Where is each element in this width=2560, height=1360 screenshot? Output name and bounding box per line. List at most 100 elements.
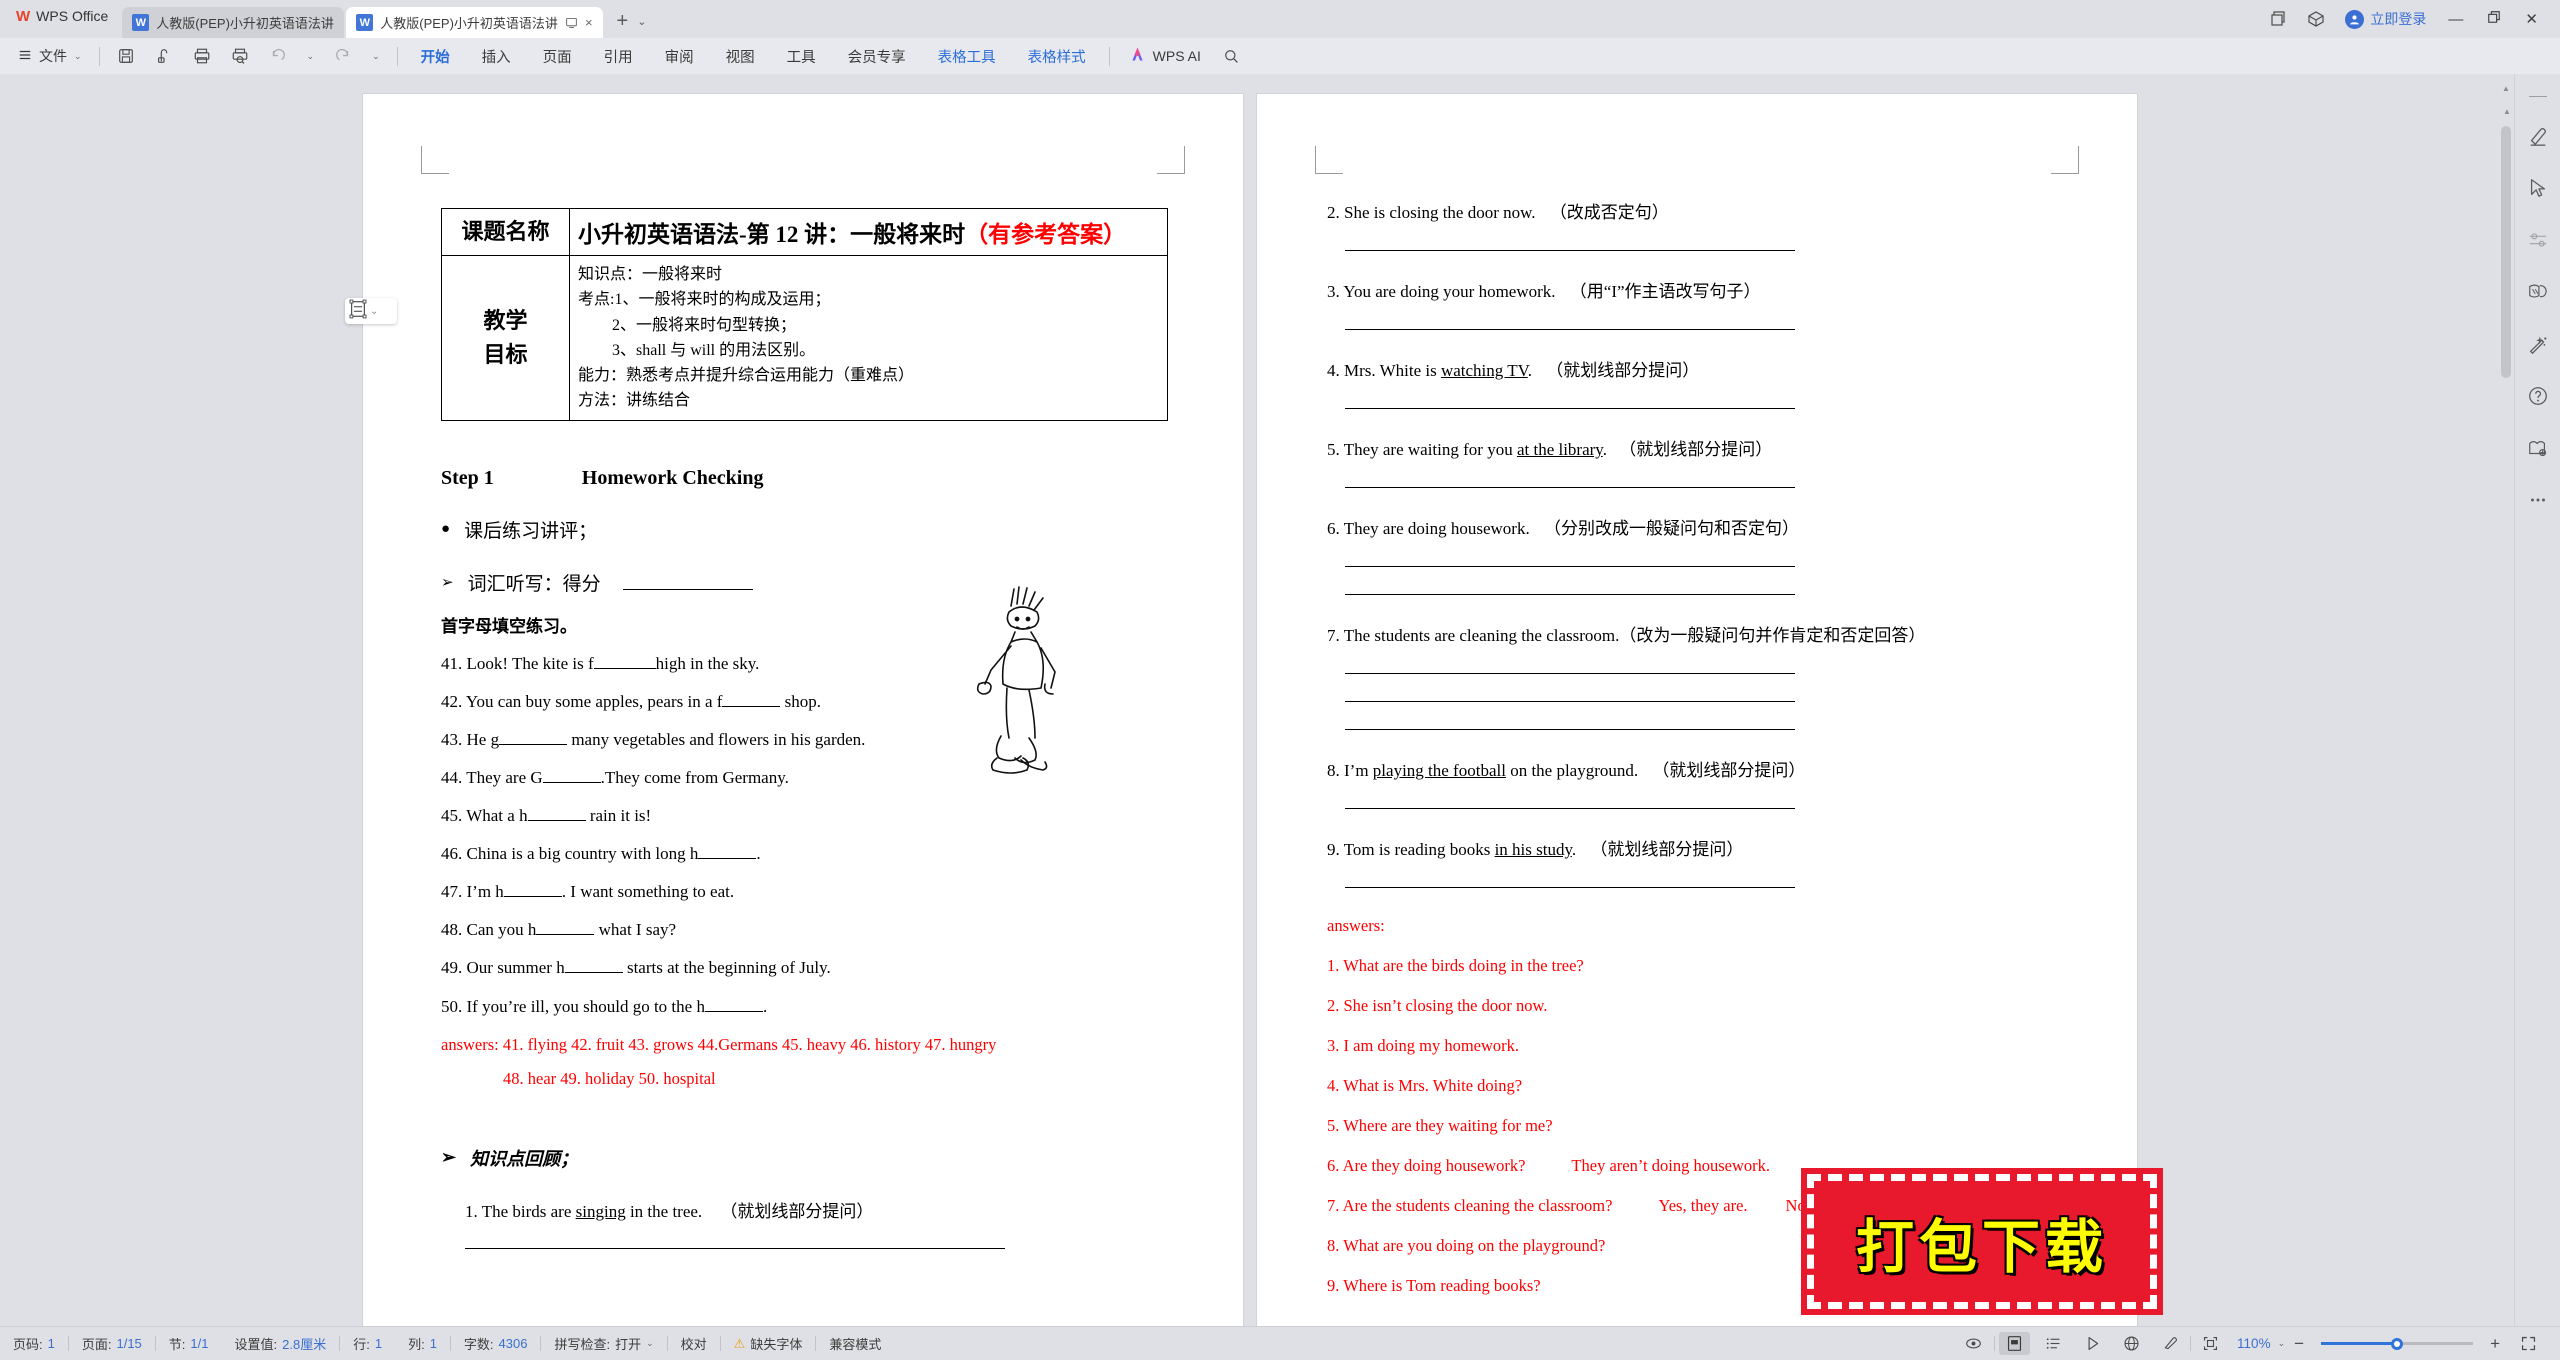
redo-chevron-down-icon[interactable]: ⌄ <box>362 38 390 74</box>
ribbon-tab-reference[interactable]: 引用 <box>588 38 649 74</box>
zoom-slider-knob[interactable] <box>2391 1337 2404 1350</box>
scroll-up-arrow-icon[interactable]: ▲ <box>2503 107 2511 116</box>
tab-add-group[interactable]: + ⌄ <box>605 11 647 38</box>
zoom-chevron-down-icon[interactable]: ⌄ <box>2278 1338 2286 1349</box>
q-blank <box>698 846 757 860</box>
chevron-down-icon[interactable]: ⌄ <box>646 1338 654 1349</box>
pen-edit-icon[interactable] <box>2525 123 2551 149</box>
zoom-in-button[interactable]: + <box>2481 1334 2509 1354</box>
document-page-right[interactable]: 2. She is closing the door now. （改成否定句） … <box>1257 94 2137 1326</box>
expand-icon[interactable] <box>2509 1335 2548 1352</box>
ribbon-tab-table-styles[interactable]: 表格样式 <box>1012 38 1102 74</box>
tab-restore-icon[interactable] <box>565 16 578 29</box>
ribbon-tab-view[interactable]: 视图 <box>710 38 771 74</box>
ribbon-tab-member[interactable]: 会员专享 <box>832 38 922 74</box>
table-select-icon[interactable] <box>348 299 368 324</box>
status-page-number[interactable]: 页码: 1 <box>0 1334 68 1353</box>
document-page-left[interactable]: 课题名称 小升初英语语法-第 12 讲：一般将来时（有参考答案） 教学 目标 知… <box>363 94 1243 1326</box>
status-compat-mode-label: 兼容模式 <box>829 1337 882 1352</box>
file-menu-button[interactable]: 文件 ⌄ <box>0 38 92 74</box>
zoom-level-label[interactable]: 110% <box>2230 1336 2278 1351</box>
download-stamp[interactable]: 打包下载 <box>1801 1168 2163 1315</box>
status-row[interactable]: 行: 1 <box>340 1334 395 1353</box>
eye-preview-icon[interactable] <box>1953 1335 1994 1352</box>
ribbon-tab-review[interactable]: 审阅 <box>649 38 710 74</box>
scrollbar-thumb[interactable] <box>2501 126 2511 378</box>
status-compat-mode[interactable]: 兼容模式 <box>816 1334 894 1353</box>
status-spellcheck[interactable]: 拼写检查: 打开 ⌄ <box>541 1334 666 1353</box>
q-num: 5. <box>1327 440 1340 459</box>
print-icon[interactable] <box>183 38 221 74</box>
status-word-count[interactable]: 字数: 4306 <box>451 1334 541 1353</box>
maximize-button[interactable] <box>2485 10 2503 28</box>
ribbon-tab-table-tools[interactable]: 表格工具 <box>922 38 1012 74</box>
status-column[interactable]: 列: 1 <box>395 1334 450 1353</box>
magic-wand-icon[interactable] <box>2525 331 2551 357</box>
answer-blank-line <box>1345 487 1795 488</box>
lesson-info-table[interactable]: 课题名称 小升初英语语法-第 12 讲：一般将来时（有参考答案） 教学 目标 知… <box>441 207 1168 421</box>
highlighter-icon[interactable] <box>2151 1335 2190 1352</box>
right-question-9: 9. Tom is reading books in his study. （就… <box>1327 835 2067 860</box>
scroll-top-icon[interactable]: ▲ <box>2502 84 2510 93</box>
undo-icon[interactable] <box>259 38 297 74</box>
ribbon-tab-page[interactable]: 页面 <box>527 38 588 74</box>
save-icon[interactable] <box>107 38 145 74</box>
fill-question-50: 50. If you’re ill, you should go to the … <box>441 996 1169 1018</box>
right-answers-label: answers: <box>1327 916 1385 935</box>
tab-list-chevron-down-icon[interactable]: ⌄ <box>637 15 646 28</box>
document-workspace[interactable]: ⌄ 课题名称 小升初英语语法-第 12 讲：一般将来时（有参考答案） 教学 目标 <box>0 74 2560 1326</box>
wps-ai-button[interactable]: WPS AI <box>1117 46 1213 66</box>
print-preview-icon[interactable] <box>221 38 259 74</box>
table-move-handle[interactable]: ⌄ <box>345 298 397 324</box>
undo-chevron-down-icon[interactable]: ⌄ <box>297 38 325 74</box>
table-handle-chevron-down-icon[interactable]: ⌄ <box>370 306 378 317</box>
q-blank <box>564 960 623 974</box>
page-layout-icon[interactable] <box>1999 1332 2031 1355</box>
outline-view-icon[interactable] <box>2034 1335 2073 1352</box>
status-proofread[interactable]: 校对 <box>668 1334 720 1353</box>
save-as-icon[interactable] <box>145 38 183 74</box>
zoom-slider-track[interactable] <box>2321 1337 2474 1350</box>
q-pre: You can buy some apples, pears in a f <box>465 691 723 711</box>
document-tab-1[interactable]: W 人教版(PEP)小升初英语语法讲义-第1 <box>122 7 345 38</box>
q-pre: She is closing the door now. <box>1344 203 1536 222</box>
status-missing-font-label: 缺失字体 <box>750 1337 803 1352</box>
status-missing-font[interactable]: ⚠ 缺失字体 <box>721 1334 816 1353</box>
cube-icon[interactable] <box>2307 10 2325 28</box>
stick-figure-illustration <box>971 584 1081 784</box>
zoom-slider[interactable] <box>2313 1337 2481 1350</box>
ribbon-tab-home[interactable]: 开始 <box>405 38 466 74</box>
tab-close-icon[interactable]: × <box>585 15 593 30</box>
cursor-select-icon[interactable] <box>2525 175 2551 201</box>
fullscreen-icon[interactable] <box>2191 1335 2230 1352</box>
close-button[interactable]: ✕ <box>2523 10 2540 28</box>
ribbon-tab-insert[interactable]: 插入 <box>466 38 527 74</box>
window-tile-icon[interactable] <box>2269 10 2287 28</box>
arrow-triangle-icon: ➢ <box>441 1147 457 1168</box>
q-blank <box>593 656 656 669</box>
photo-edit-icon[interactable] <box>2525 435 2551 461</box>
q-underlined: playing the football <box>1372 761 1506 780</box>
zoom-out-button[interactable]: − <box>2285 1334 2313 1354</box>
settings-sliders-icon[interactable] <box>2525 227 2551 253</box>
play-icon[interactable] <box>2073 1335 2112 1352</box>
web-layout-icon[interactable] <box>2112 1335 2151 1352</box>
status-page-count[interactable]: 页面: 1/15 <box>69 1334 155 1353</box>
ribbon-tab-tools[interactable]: 工具 <box>771 38 832 74</box>
more-dots-icon[interactable] <box>2525 487 2551 513</box>
document-tab-2[interactable]: W 人教版(PEP)小升初英语语法讲 × <box>346 7 603 38</box>
status-setting[interactable]: 设置值: 2.8厘米 <box>222 1334 340 1353</box>
login-button[interactable]: 立即登录 <box>2345 9 2426 29</box>
status-section[interactable]: 节: 1/1 <box>156 1334 222 1353</box>
q-pre: He g <box>466 729 500 749</box>
new-tab-icon[interactable]: + <box>617 11 629 31</box>
minimize-button[interactable]: — <box>2446 11 2465 28</box>
status-column-value: 1 <box>429 1336 437 1351</box>
hand-write-icon[interactable] <box>2525 279 2551 305</box>
q-instruction: （就划线部分提问） <box>1619 440 1773 459</box>
redo-icon[interactable] <box>324 38 362 74</box>
q-pre: Can you h <box>466 920 537 940</box>
help-circle-icon[interactable] <box>2525 383 2551 409</box>
vertical-scrollbar[interactable]: ▲ ▲ <box>2498 74 2514 1326</box>
search-icon[interactable] <box>1213 38 1250 74</box>
